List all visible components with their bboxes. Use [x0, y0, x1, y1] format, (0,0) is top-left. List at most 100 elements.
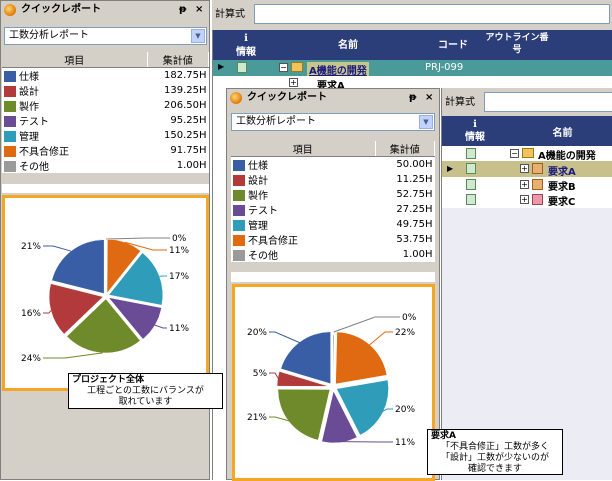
expand-icon[interactable]: +	[520, 164, 529, 173]
pin-icon[interactable]: ᵽ	[179, 1, 186, 19]
header-outline[interactable]: アウトライン番号	[485, 32, 549, 58]
color-swatch	[233, 160, 245, 171]
expand-icon[interactable]: +	[520, 195, 529, 204]
pie-label: 0%	[172, 234, 187, 244]
header-code[interactable]: コード	[423, 36, 483, 54]
table-empty-area	[2, 184, 209, 193]
info-icon: ℹ	[231, 32, 261, 46]
summary-row[interactable]: 設計 11.25H	[231, 172, 435, 187]
col-total[interactable]: 集計値	[147, 52, 209, 68]
summary-row[interactable]: 製作206.50H	[2, 98, 209, 113]
summary-value: 53.75H	[375, 232, 435, 247]
close-icon[interactable]: ×	[195, 1, 203, 19]
summary-item: その他	[2, 158, 147, 173]
summary-item-label: 仕様	[19, 72, 39, 83]
report-select[interactable]: 工数分析レポート ▼	[4, 27, 207, 45]
header-name[interactable]: 名前	[273, 36, 423, 54]
col-item[interactable]: 項目	[231, 141, 375, 157]
header-info[interactable]: ℹ 情報	[231, 30, 261, 60]
pie-label: 21%	[247, 413, 267, 423]
summary-item: 管理	[231, 217, 375, 232]
table-row[interactable]: ▶ + 要求A	[442, 161, 612, 177]
summary-row[interactable]: 不具合修正53.75H	[231, 232, 435, 247]
panel-title: クイックレポート	[247, 92, 327, 103]
summary-item: 仕様	[231, 157, 375, 173]
summary-value: 150.25H	[147, 128, 209, 143]
report-select[interactable]: 工数分析レポート ▼	[231, 113, 435, 131]
col-item[interactable]: 項目	[2, 52, 147, 68]
panel-title: クイックレポート	[21, 4, 101, 15]
expand-icon[interactable]: +	[520, 180, 529, 189]
summary-value: 1.00H	[375, 247, 435, 262]
summary-row[interactable]: 仕様182.75H	[2, 68, 209, 84]
summary-item: テスト	[231, 202, 375, 217]
summary-item: 設計	[231, 172, 375, 187]
callout-title: プロジェクト全体	[72, 375, 219, 386]
summary-row[interactable]: 管理49.75H	[231, 217, 435, 232]
formula-input[interactable]	[254, 4, 610, 24]
formula-input[interactable]	[484, 92, 612, 112]
color-swatch	[233, 175, 245, 186]
pin-icon[interactable]: ᵽ	[409, 89, 416, 107]
summary-value: 50.00H	[375, 157, 435, 173]
pie-chart: 0%11%17%11%24%16%21%	[5, 198, 206, 388]
color-swatch	[4, 86, 16, 97]
formula-label: 計算式	[215, 5, 245, 20]
pie-slice-defect	[336, 332, 387, 384]
summary-row[interactable]: テスト27.25H	[231, 202, 435, 217]
row-name: 要求C	[548, 193, 575, 208]
row-code: PRJ-099	[425, 62, 463, 73]
row-name: A機能の開発	[538, 147, 596, 162]
pie-slice-other	[333, 335, 334, 387]
current-row-arrow-icon: ▶	[218, 62, 224, 71]
summary-row[interactable]: 仕様50.00H	[231, 157, 435, 173]
pie-label: 20%	[247, 328, 267, 338]
row-name: A機能の開発	[307, 62, 369, 77]
chevron-down-icon[interactable]: ▼	[191, 29, 205, 43]
pie-label: 22%	[395, 328, 415, 338]
pie-chart-frame: 0%22%20%11%21%5%20%	[232, 284, 435, 481]
summary-item: 不具合修正	[2, 143, 147, 158]
summary-table: 項目 集計値 仕様182.75H設計139.25H製作206.50Hテスト95.…	[2, 52, 209, 173]
chevron-down-icon[interactable]: ▼	[419, 115, 433, 129]
current-row-arrow-icon: ▶	[447, 164, 453, 173]
leader-line	[155, 325, 167, 328]
collapse-icon[interactable]: −	[510, 149, 519, 158]
requirement-icon	[532, 194, 543, 205]
summary-item: テスト	[2, 113, 147, 128]
leader-line	[334, 317, 400, 332]
table-row[interactable]: + 要求C	[442, 192, 612, 208]
summary-row[interactable]: 不具合修正91.75H	[2, 143, 209, 158]
col-total[interactable]: 集計値	[375, 141, 435, 157]
header-info[interactable]: ℹ 情報	[462, 116, 488, 146]
table-row[interactable]: − A機能の開発	[442, 146, 612, 161]
summary-value: 11.25H	[375, 172, 435, 187]
summary-row[interactable]: 製作52.75H	[231, 187, 435, 202]
summary-item-label: その他	[248, 251, 278, 262]
callout-line: 確認できます	[431, 464, 559, 475]
pie-slice-build	[278, 389, 330, 440]
summary-item-label: 製作	[19, 102, 39, 113]
header-name[interactable]: 名前	[512, 124, 612, 140]
summary-row[interactable]: 管理150.25H	[2, 128, 209, 143]
table-row[interactable]: + 要求B	[442, 177, 612, 192]
pie-chart-frame: 0%11%17%11%24%16%21%	[2, 195, 209, 391]
close-icon[interactable]: ×	[425, 89, 433, 107]
callout-requirement: 要求A 「不具合修正」工数が多く 「設計」工数が少ないのが 確認できます	[427, 429, 563, 475]
pie-label: 5%	[253, 369, 268, 379]
summary-row[interactable]: その他1.00H	[2, 158, 209, 173]
summary-row[interactable]: その他 1.00H	[231, 247, 435, 262]
collapse-icon[interactable]: −	[279, 63, 288, 72]
summary-row[interactable]: テスト95.25H	[2, 113, 209, 128]
table-row[interactable]: ▶ − A機能の開発 PRJ-099	[213, 60, 612, 76]
summary-item-label: 設計	[248, 176, 268, 187]
color-swatch	[233, 190, 245, 201]
color-swatch	[233, 250, 245, 261]
summary-value: 49.75H	[375, 217, 435, 232]
summary-value: 1.00H	[147, 158, 209, 173]
summary-row[interactable]: 設計139.25H	[2, 83, 209, 98]
color-swatch	[233, 205, 245, 216]
summary-item-label: テスト	[19, 117, 49, 128]
expand-icon[interactable]: +	[289, 78, 298, 87]
panel-titlebar: クイックレポート ᵽ ×	[1, 1, 209, 19]
